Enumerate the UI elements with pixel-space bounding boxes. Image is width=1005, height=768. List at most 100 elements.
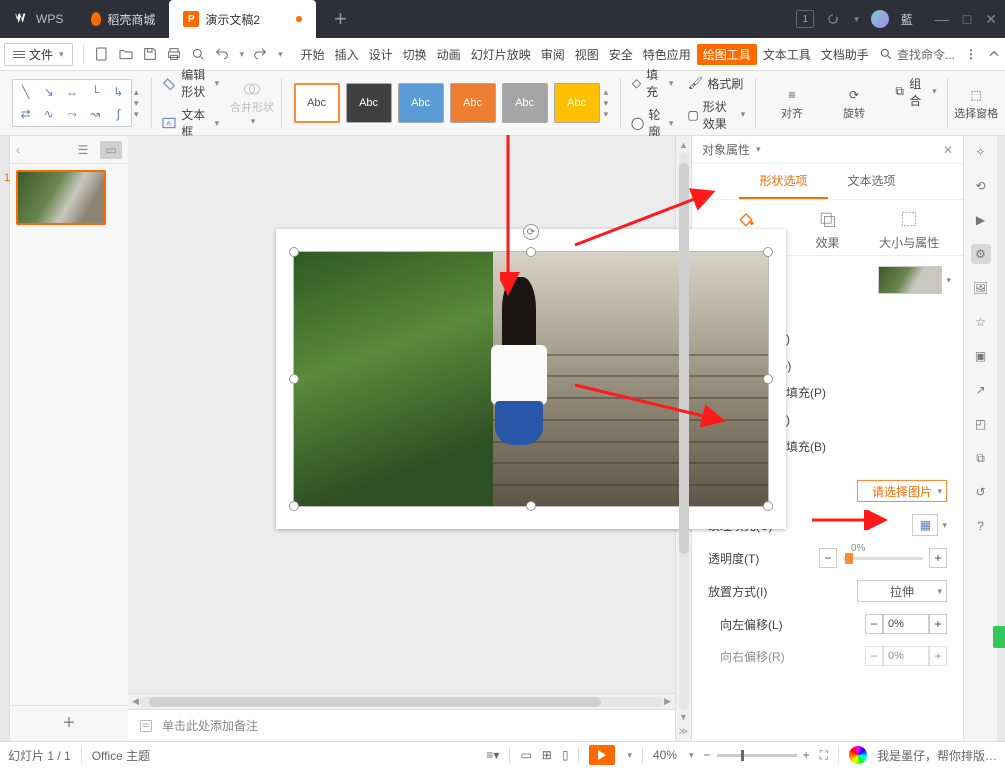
transparency-plus[interactable]: + bbox=[929, 548, 947, 568]
menu-drawing-tools[interactable]: 绘图工具 bbox=[697, 44, 757, 65]
elbow-arrow-icon[interactable]: ↳ bbox=[108, 82, 129, 102]
ai-assistant-icon[interactable] bbox=[849, 746, 867, 764]
thumbnail-view-icon[interactable]: ▭ bbox=[100, 141, 122, 159]
menu-doc-helper[interactable]: 文档助手 bbox=[817, 44, 873, 65]
shape-style-1[interactable]: Abc bbox=[294, 83, 340, 123]
file-menu-button[interactable]: 文件 ▾ bbox=[4, 43, 73, 66]
subtab-effects[interactable]: 效果 bbox=[815, 208, 839, 251]
slideshow-button[interactable] bbox=[589, 745, 615, 765]
fill-button[interactable]: ◇填充▾ bbox=[627, 64, 678, 102]
ai-assistant-text[interactable]: 我是墨仔，帮你排版… bbox=[877, 747, 997, 764]
shape-style-2[interactable]: Abc bbox=[346, 83, 392, 123]
sync-icon[interactable] bbox=[826, 12, 840, 26]
zoom-in-button[interactable]: + bbox=[803, 748, 810, 762]
collapse-ribbon-icon[interactable] bbox=[987, 47, 1001, 61]
elbow-connector-icon[interactable]: └ bbox=[85, 82, 106, 102]
zoom-slider[interactable] bbox=[717, 754, 797, 757]
view-sorter-icon[interactable]: ⊞ bbox=[542, 748, 552, 762]
elbow-double-icon[interactable]: ⇄ bbox=[15, 104, 36, 124]
tab-docer[interactable]: 稻壳商城 bbox=[77, 0, 169, 38]
window-minimize[interactable]: — bbox=[935, 11, 949, 28]
select-picture-dropdown[interactable]: 请选择图片▾ bbox=[857, 480, 947, 502]
window-close[interactable]: ✕ bbox=[985, 11, 997, 28]
resize-handle[interactable] bbox=[526, 501, 536, 511]
gallery-up-icon[interactable]: ▴ bbox=[134, 87, 139, 98]
menu-transition[interactable]: 切换 bbox=[399, 44, 431, 65]
shape-style-4[interactable]: Abc bbox=[450, 83, 496, 123]
menu-view[interactable]: 视图 bbox=[571, 44, 603, 65]
view-reading-icon[interactable]: ▯ bbox=[562, 748, 569, 762]
offset-left-value[interactable]: 0% bbox=[883, 614, 929, 634]
menu-review[interactable]: 审阅 bbox=[537, 44, 569, 65]
collapse-pane-icon[interactable]: ‹ bbox=[16, 143, 20, 157]
open-icon[interactable] bbox=[118, 46, 134, 62]
selection-pane-button[interactable]: ⬚选择窗格 bbox=[953, 86, 999, 121]
transparency-slider[interactable]: 0% bbox=[843, 557, 923, 560]
style-down-icon[interactable]: ▾ bbox=[604, 98, 609, 109]
menu-start[interactable]: 开始 bbox=[297, 44, 329, 65]
format-painter-button[interactable]: 🖌格式刷 bbox=[683, 73, 749, 94]
resource-icon[interactable]: 🖼 bbox=[971, 278, 991, 298]
resize-handle[interactable] bbox=[763, 247, 773, 257]
resize-handle[interactable] bbox=[289, 374, 299, 384]
sync-caret-icon[interactable]: ▾ bbox=[854, 14, 859, 25]
edit-shape-button[interactable]: 编辑形状▾ bbox=[157, 64, 223, 102]
clipboard-icon[interactable]: ▣ bbox=[971, 346, 991, 366]
shape-gallery[interactable]: ╲ ↘ ↔ └ ↳ ⇄ ∿ ⤳ ↝ ∫ bbox=[12, 79, 132, 127]
fit-window-icon[interactable]: ⛶ bbox=[820, 748, 828, 763]
resize-handle[interactable] bbox=[763, 501, 773, 511]
slide-thumbnail-1[interactable]: 1 bbox=[16, 170, 106, 225]
tab-shape-options[interactable]: 形状选项 bbox=[739, 164, 827, 199]
history-icon[interactable]: ↺ bbox=[971, 482, 991, 502]
menu-insert[interactable]: 插入 bbox=[331, 44, 363, 65]
image-icon[interactable]: ◰ bbox=[971, 414, 991, 434]
shape-effects-button[interactable]: ▢形状效果▾ bbox=[683, 96, 749, 134]
curve-double-icon[interactable]: ↝ bbox=[85, 104, 106, 124]
offset-right-minus[interactable]: − bbox=[865, 646, 883, 666]
align-button[interactable]: ≡对齐 bbox=[762, 86, 822, 121]
view-normal-icon[interactable]: ▭ bbox=[520, 748, 531, 762]
curve-connector-icon[interactable]: ∿ bbox=[38, 104, 59, 124]
line-shape-icon[interactable]: ╲ bbox=[15, 82, 36, 102]
new-icon[interactable] bbox=[94, 46, 110, 62]
transparency-minus[interactable]: − bbox=[819, 548, 837, 568]
ribbon-options-icon[interactable]: ⋮ bbox=[965, 47, 977, 61]
new-tab-button[interactable]: + bbox=[334, 6, 347, 32]
resize-handle[interactable] bbox=[763, 374, 773, 384]
resize-handle[interactable] bbox=[289, 501, 299, 511]
share-icon[interactable]: ↗ bbox=[971, 380, 991, 400]
double-arrow-icon[interactable]: ↔ bbox=[61, 82, 82, 102]
menu-design[interactable]: 设计 bbox=[365, 44, 397, 65]
offset-right-plus[interactable]: + bbox=[929, 646, 947, 666]
print-icon[interactable] bbox=[166, 46, 182, 62]
offset-right-value[interactable]: 0% bbox=[883, 646, 929, 666]
print-preview-icon[interactable] bbox=[190, 46, 206, 62]
menu-slideshow[interactable]: 幻灯片放映 bbox=[467, 44, 535, 65]
rotate-button[interactable]: ⟳旋转 bbox=[824, 86, 884, 121]
link-icon[interactable]: ⧉ bbox=[971, 448, 991, 468]
save-icon[interactable] bbox=[142, 46, 158, 62]
tab-document-active[interactable]: P 演示文稿2 bbox=[169, 0, 316, 38]
window-maximize[interactable]: □ bbox=[963, 11, 971, 28]
freeform-icon[interactable]: ∫ bbox=[108, 104, 129, 124]
command-search[interactable]: 查找命令... bbox=[879, 46, 955, 63]
notes-pane[interactable]: 单击此处添加备注 bbox=[128, 709, 675, 741]
zoom-out-button[interactable]: − bbox=[704, 748, 711, 762]
resize-handle[interactable] bbox=[289, 247, 299, 257]
gallery-more-icon[interactable]: ▾ bbox=[134, 109, 139, 120]
tab-text-options[interactable]: 文本选项 bbox=[828, 164, 916, 199]
undo-icon[interactable] bbox=[214, 46, 230, 62]
avatar[interactable] bbox=[871, 10, 889, 28]
animation-tool-icon[interactable]: ▶ bbox=[971, 210, 991, 230]
feedback-flag-icon[interactable] bbox=[993, 626, 1005, 648]
subtab-size-properties[interactable]: 大小与属性 bbox=[879, 208, 939, 251]
notify-badge[interactable]: 1 bbox=[796, 10, 814, 28]
zoom-label[interactable]: 40% bbox=[653, 748, 677, 762]
help-icon[interactable]: ? bbox=[971, 516, 991, 536]
curve-arrow-icon[interactable]: ⤳ bbox=[61, 104, 82, 124]
menu-features[interactable]: 特色应用 bbox=[639, 44, 695, 65]
style-more-icon[interactable]: ▾ bbox=[604, 109, 609, 120]
notes-toggle-icon[interactable]: ≡▾ bbox=[486, 748, 499, 762]
shape-style-3[interactable]: Abc bbox=[398, 83, 444, 123]
offset-left-minus[interactable]: − bbox=[865, 614, 883, 634]
